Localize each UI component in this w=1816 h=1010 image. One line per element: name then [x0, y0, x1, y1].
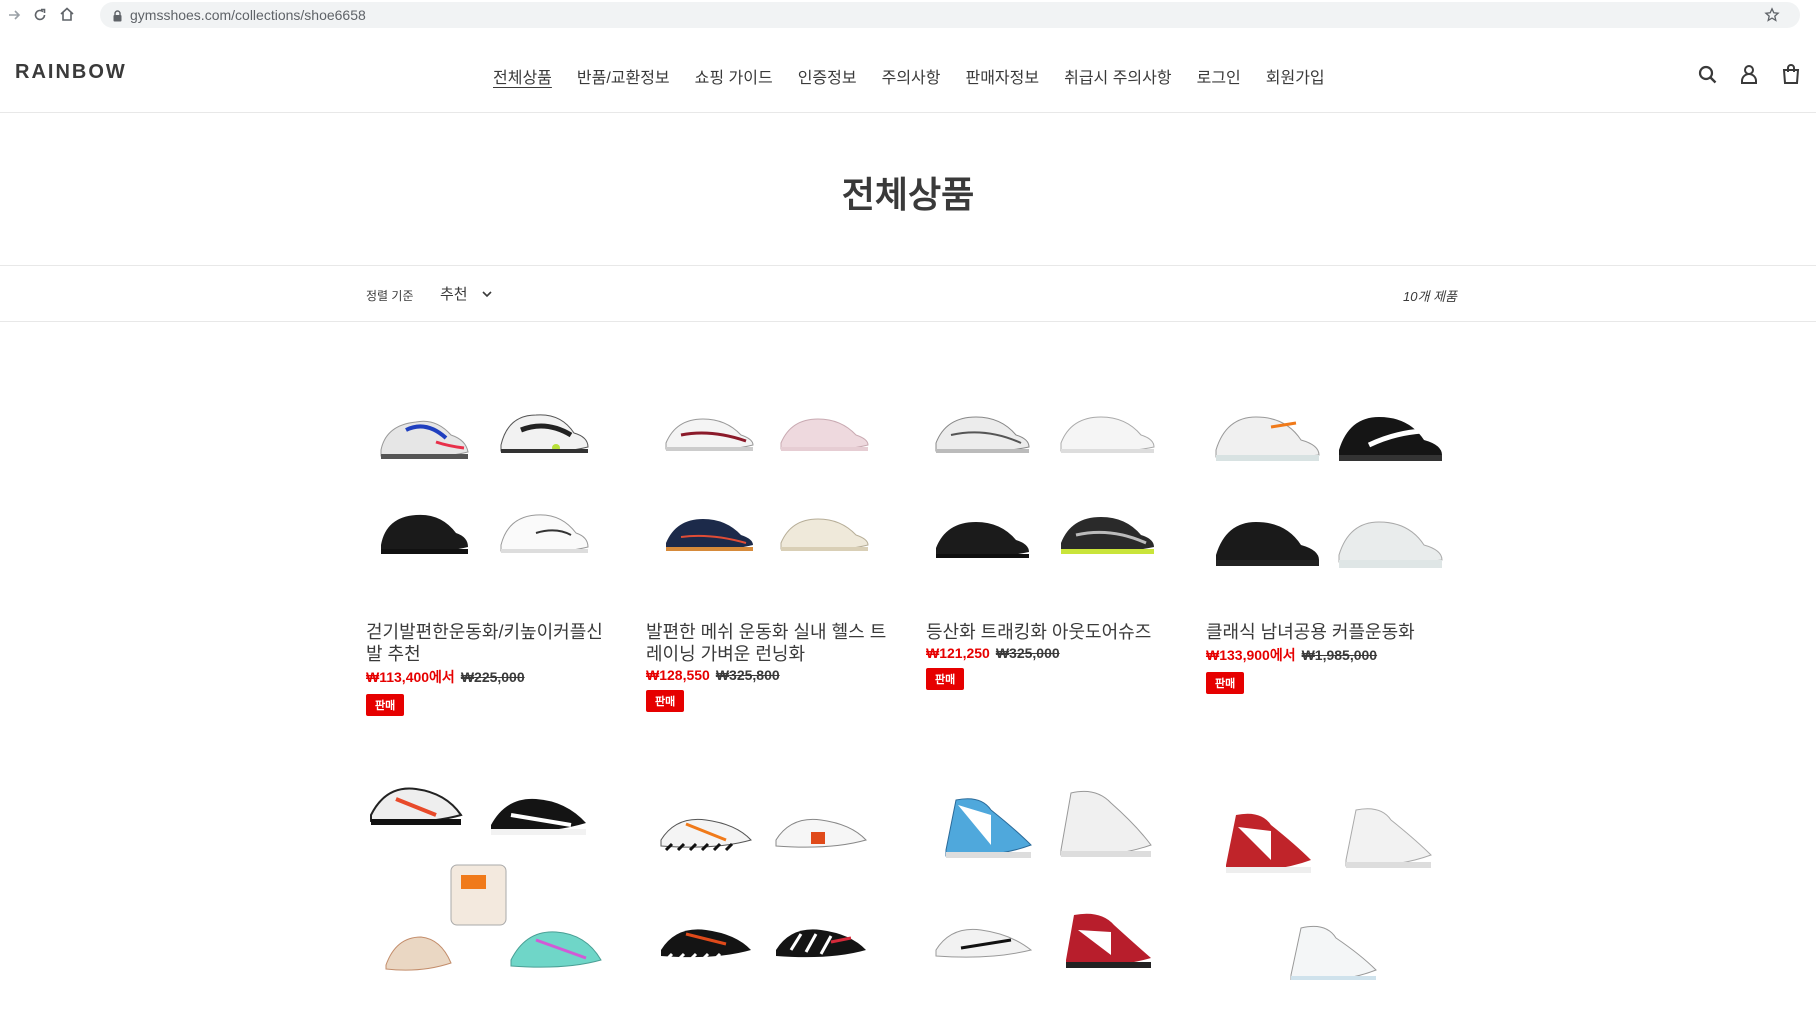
product-image[interactable] — [366, 375, 616, 615]
nav-signup[interactable]: 회원가입 — [1266, 64, 1325, 88]
sale-badge: 판매 — [646, 690, 685, 712]
cart-icon[interactable] — [1780, 63, 1802, 85]
forward-arrow-icon[interactable] — [6, 7, 22, 23]
page-title: 전체상품 — [841, 174, 975, 215]
sort-select[interactable]: 추천 — [440, 283, 492, 304]
sale-price: ₩121,250 — [926, 645, 990, 661]
sort-label: 정렬 기준 — [366, 289, 414, 303]
sale-badge: 판매 — [366, 694, 405, 716]
product-count: 10개 제품 — [1403, 289, 1457, 304]
product-card[interactable] — [646, 770, 896, 1010]
main-nav: 전체상품 반품/교환정보 쇼핑 가이드 인증정보 주의사항 판매자정보 취급시 … — [493, 64, 1350, 88]
product-card[interactable] — [366, 770, 616, 1010]
account-icon[interactable] — [1738, 63, 1760, 85]
product-title[interactable]: 발편한 메쉬 운동화 실내 헬스 트레이닝 가벼운 런닝화 — [646, 621, 896, 665]
nav-handling-notice[interactable]: 취급시 주의사항 — [1064, 64, 1172, 88]
chevron-down-icon — [482, 285, 492, 302]
nav-all-products[interactable]: 전체상품 — [493, 64, 552, 88]
original-price: ₩325,000 — [995, 645, 1060, 661]
product-card[interactable]: 발편한 메쉬 운동화 실내 헬스 트레이닝 가벼운 런닝화 ₩128,550 ₩3… — [646, 375, 896, 712]
lock-icon — [113, 9, 122, 27]
sale-badge: 판매 — [926, 668, 965, 690]
sort-value: 추천 — [440, 286, 468, 303]
sale-price: ₩113,400에서 — [366, 669, 455, 685]
product-card[interactable] — [926, 770, 1176, 1010]
product-card[interactable]: 등산화 트래킹화 아웃도어슈즈 ₩121,250 ₩325,000 판매 — [926, 375, 1176, 690]
nav-returns-exchange[interactable]: 반품/교환정보 — [577, 64, 670, 88]
product-image[interactable] — [1206, 770, 1456, 1010]
nav-login[interactable]: 로그인 — [1197, 64, 1241, 88]
browser-toolbar: gymsshoes.com/collections/shoe6658 — [0, 0, 1816, 30]
site-logo[interactable]: RAINBOW — [15, 61, 127, 84]
product-price: ₩128,550 ₩325,800 — [646, 667, 896, 683]
product-image[interactable] — [646, 375, 896, 615]
product-title[interactable]: 등산화 트래킹화 아웃도어슈즈 — [926, 621, 1176, 643]
product-card[interactable]: 걷기발편한운동화/키높이커플신발 추천 ₩113,400에서 ₩225,000 판… — [366, 375, 616, 716]
product-image[interactable] — [926, 375, 1176, 615]
product-price: ₩133,900에서 ₩1,985,000 — [1206, 645, 1456, 665]
reload-icon[interactable] — [32, 7, 48, 23]
nav-shopping-guide[interactable]: 쇼핑 가이드 — [695, 64, 773, 88]
original-price: ₩325,800 — [715, 667, 780, 683]
original-price: ₩225,000 — [460, 669, 525, 685]
nav-seller-info[interactable]: 판매자정보 — [965, 64, 1039, 88]
product-price: ₩113,400에서 ₩225,000 — [366, 667, 616, 687]
product-image[interactable] — [1206, 375, 1456, 615]
search-icon[interactable] — [1696, 63, 1718, 85]
site-header: RAINBOW 전체상품 반품/교환정보 쇼핑 가이드 인증정보 주의사항 판매… — [0, 30, 1816, 113]
product-card[interactable] — [1206, 770, 1456, 1010]
sale-badge: 판매 — [1206, 672, 1245, 694]
sale-price: ₩133,900에서 — [1206, 647, 1296, 663]
home-icon[interactable] — [59, 6, 75, 22]
collection-filter-bar: 정렬 기준 추천 10개 제품 — [0, 265, 1816, 322]
product-image[interactable] — [366, 770, 616, 1010]
product-title[interactable]: 걷기발편한운동화/키높이커플신발 추천 — [366, 621, 616, 665]
product-price: ₩121,250 ₩325,000 — [926, 645, 1176, 661]
nav-notice[interactable]: 주의사항 — [882, 64, 941, 88]
url-text: gymsshoes.com/collections/shoe6658 — [130, 7, 366, 23]
bookmark-star-icon[interactable] — [1764, 7, 1780, 28]
product-image[interactable] — [926, 770, 1176, 1010]
nav-certification[interactable]: 인증정보 — [798, 64, 857, 88]
product-image[interactable] — [646, 770, 896, 1010]
address-bar[interactable]: gymsshoes.com/collections/shoe6658 — [100, 2, 1800, 28]
product-title[interactable]: 클래식 남녀공용 커플운동화 — [1206, 621, 1456, 643]
product-card[interactable]: 클래식 남녀공용 커플운동화 ₩133,900에서 ₩1,985,000 판매 — [1206, 375, 1456, 694]
original-price: ₩1,985,000 — [1301, 647, 1378, 663]
sale-price: ₩128,550 — [646, 667, 710, 683]
